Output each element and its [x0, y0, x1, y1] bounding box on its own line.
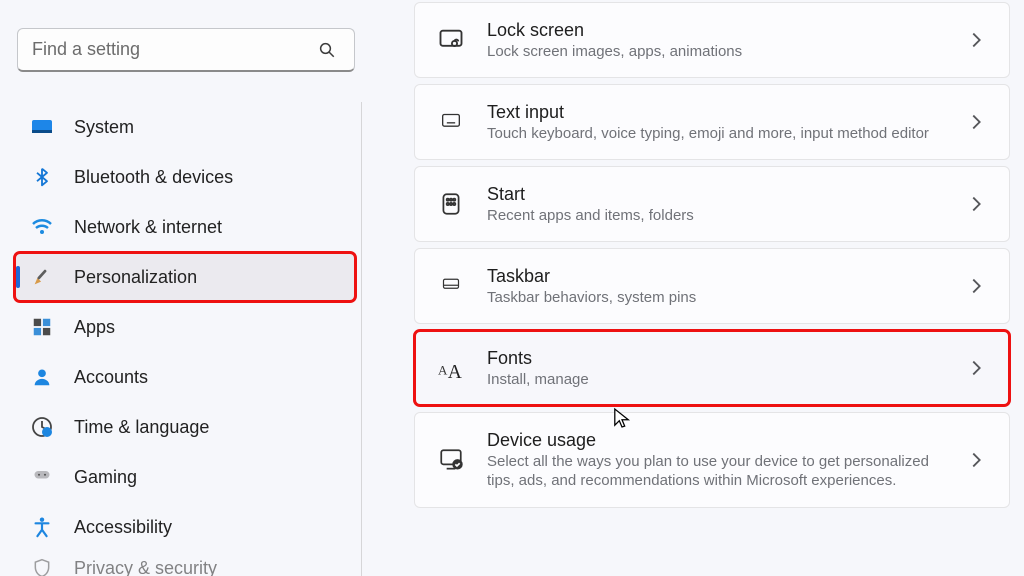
svg-text:A: A: [438, 363, 448, 378]
fonts-icon: AA: [437, 354, 465, 382]
chevron-right-icon: [965, 193, 987, 215]
sidebar-item-label: Network & internet: [74, 217, 222, 238]
card-title: Fonts: [487, 347, 943, 370]
shield-icon: [30, 556, 54, 576]
search-icon: [318, 41, 336, 59]
card-desc: Recent apps and items, folders: [487, 206, 943, 226]
chevron-right-icon: [965, 449, 987, 471]
sidebar-item-label: Privacy & security: [74, 558, 217, 576]
taskbar-icon: [437, 272, 465, 300]
card-text: Start Recent apps and items, folders: [487, 183, 943, 225]
card-title: Text input: [487, 101, 943, 124]
sidebar-divider: [361, 102, 362, 576]
sidebar-item-label: System: [74, 117, 134, 138]
sidebar-item-accounts[interactable]: Accounts: [14, 352, 356, 402]
card-desc: Lock screen images, apps, animations: [487, 42, 943, 62]
card-desc: Taskbar behaviors, system pins: [487, 288, 943, 308]
sidebar-item-system[interactable]: System: [14, 102, 356, 152]
settings-window: System Bluetooth & devices Network & int…: [0, 0, 1024, 576]
card-fonts[interactable]: AA Fonts Install, manage: [414, 330, 1010, 406]
card-lockscreen[interactable]: Lock screen Lock screen images, apps, an…: [414, 2, 1010, 78]
sidebar: System Bluetooth & devices Network & int…: [0, 0, 376, 576]
card-text: Text input Touch keyboard, voice typing,…: [487, 101, 943, 143]
clock-globe-icon: [30, 415, 54, 439]
lockscreen-icon: [437, 26, 465, 54]
sidebar-item-label: Accounts: [74, 367, 148, 388]
sidebar-item-gaming[interactable]: Gaming: [14, 452, 356, 502]
sidebar-item-label: Gaming: [74, 467, 137, 488]
card-deviceusage[interactable]: Device usage Select all the ways you pla…: [414, 412, 1010, 508]
card-textinput[interactable]: Text input Touch keyboard, voice typing,…: [414, 84, 1010, 160]
sidebar-item-apps[interactable]: Apps: [14, 302, 356, 352]
card-text: Taskbar Taskbar behaviors, system pins: [487, 265, 943, 307]
deviceusage-icon: [437, 446, 465, 474]
sidebar-item-personalization[interactable]: Personalization: [14, 252, 356, 302]
start-icon: [437, 190, 465, 218]
card-title: Device usage: [487, 429, 943, 452]
wifi-icon: [30, 215, 54, 239]
sidebar-item-label: Bluetooth & devices: [74, 167, 233, 188]
main-panel: Lock screen Lock screen images, apps, an…: [376, 0, 1024, 576]
sidebar-item-privacy[interactable]: Privacy & security: [14, 552, 356, 576]
chevron-right-icon: [965, 111, 987, 133]
sidebar-item-label: Accessibility: [74, 517, 172, 538]
sidebar-item-label: Personalization: [74, 267, 197, 288]
sidebar-nav: System Bluetooth & devices Network & int…: [14, 102, 362, 576]
card-title: Taskbar: [487, 265, 943, 288]
search-input[interactable]: [17, 28, 355, 72]
card-text: Fonts Install, manage: [487, 347, 943, 389]
search-wrap: [17, 28, 362, 72]
card-taskbar[interactable]: Taskbar Taskbar behaviors, system pins: [414, 248, 1010, 324]
chevron-right-icon: [965, 357, 987, 379]
card-desc: Select all the ways you plan to use your…: [487, 452, 943, 491]
sidebar-item-accessibility[interactable]: Accessibility: [14, 502, 356, 552]
sidebar-item-label: Apps: [74, 317, 115, 338]
gamepad-icon: [30, 465, 54, 489]
sidebar-item-time[interactable]: Time & language: [14, 402, 356, 452]
person-icon: [30, 365, 54, 389]
apps-icon: [30, 315, 54, 339]
svg-text:A: A: [448, 362, 462, 381]
card-title: Lock screen: [487, 19, 943, 42]
card-title: Start: [487, 183, 943, 206]
sidebar-item-label: Time & language: [74, 417, 209, 438]
paintbrush-icon: [30, 265, 54, 289]
card-desc: Install, manage: [487, 370, 943, 390]
sidebar-item-bluetooth[interactable]: Bluetooth & devices: [14, 152, 356, 202]
card-text: Lock screen Lock screen images, apps, an…: [487, 19, 943, 61]
card-start[interactable]: Start Recent apps and items, folders: [414, 166, 1010, 242]
card-text: Device usage Select all the ways you pla…: [487, 429, 943, 491]
accessibility-icon: [30, 515, 54, 539]
chevron-right-icon: [965, 29, 987, 51]
chevron-right-icon: [965, 275, 987, 297]
sidebar-item-network[interactable]: Network & internet: [14, 202, 356, 252]
bluetooth-icon: [30, 165, 54, 189]
system-icon: [30, 115, 54, 139]
keyboard-icon: [437, 108, 465, 136]
card-desc: Touch keyboard, voice typing, emoji and …: [487, 124, 943, 144]
